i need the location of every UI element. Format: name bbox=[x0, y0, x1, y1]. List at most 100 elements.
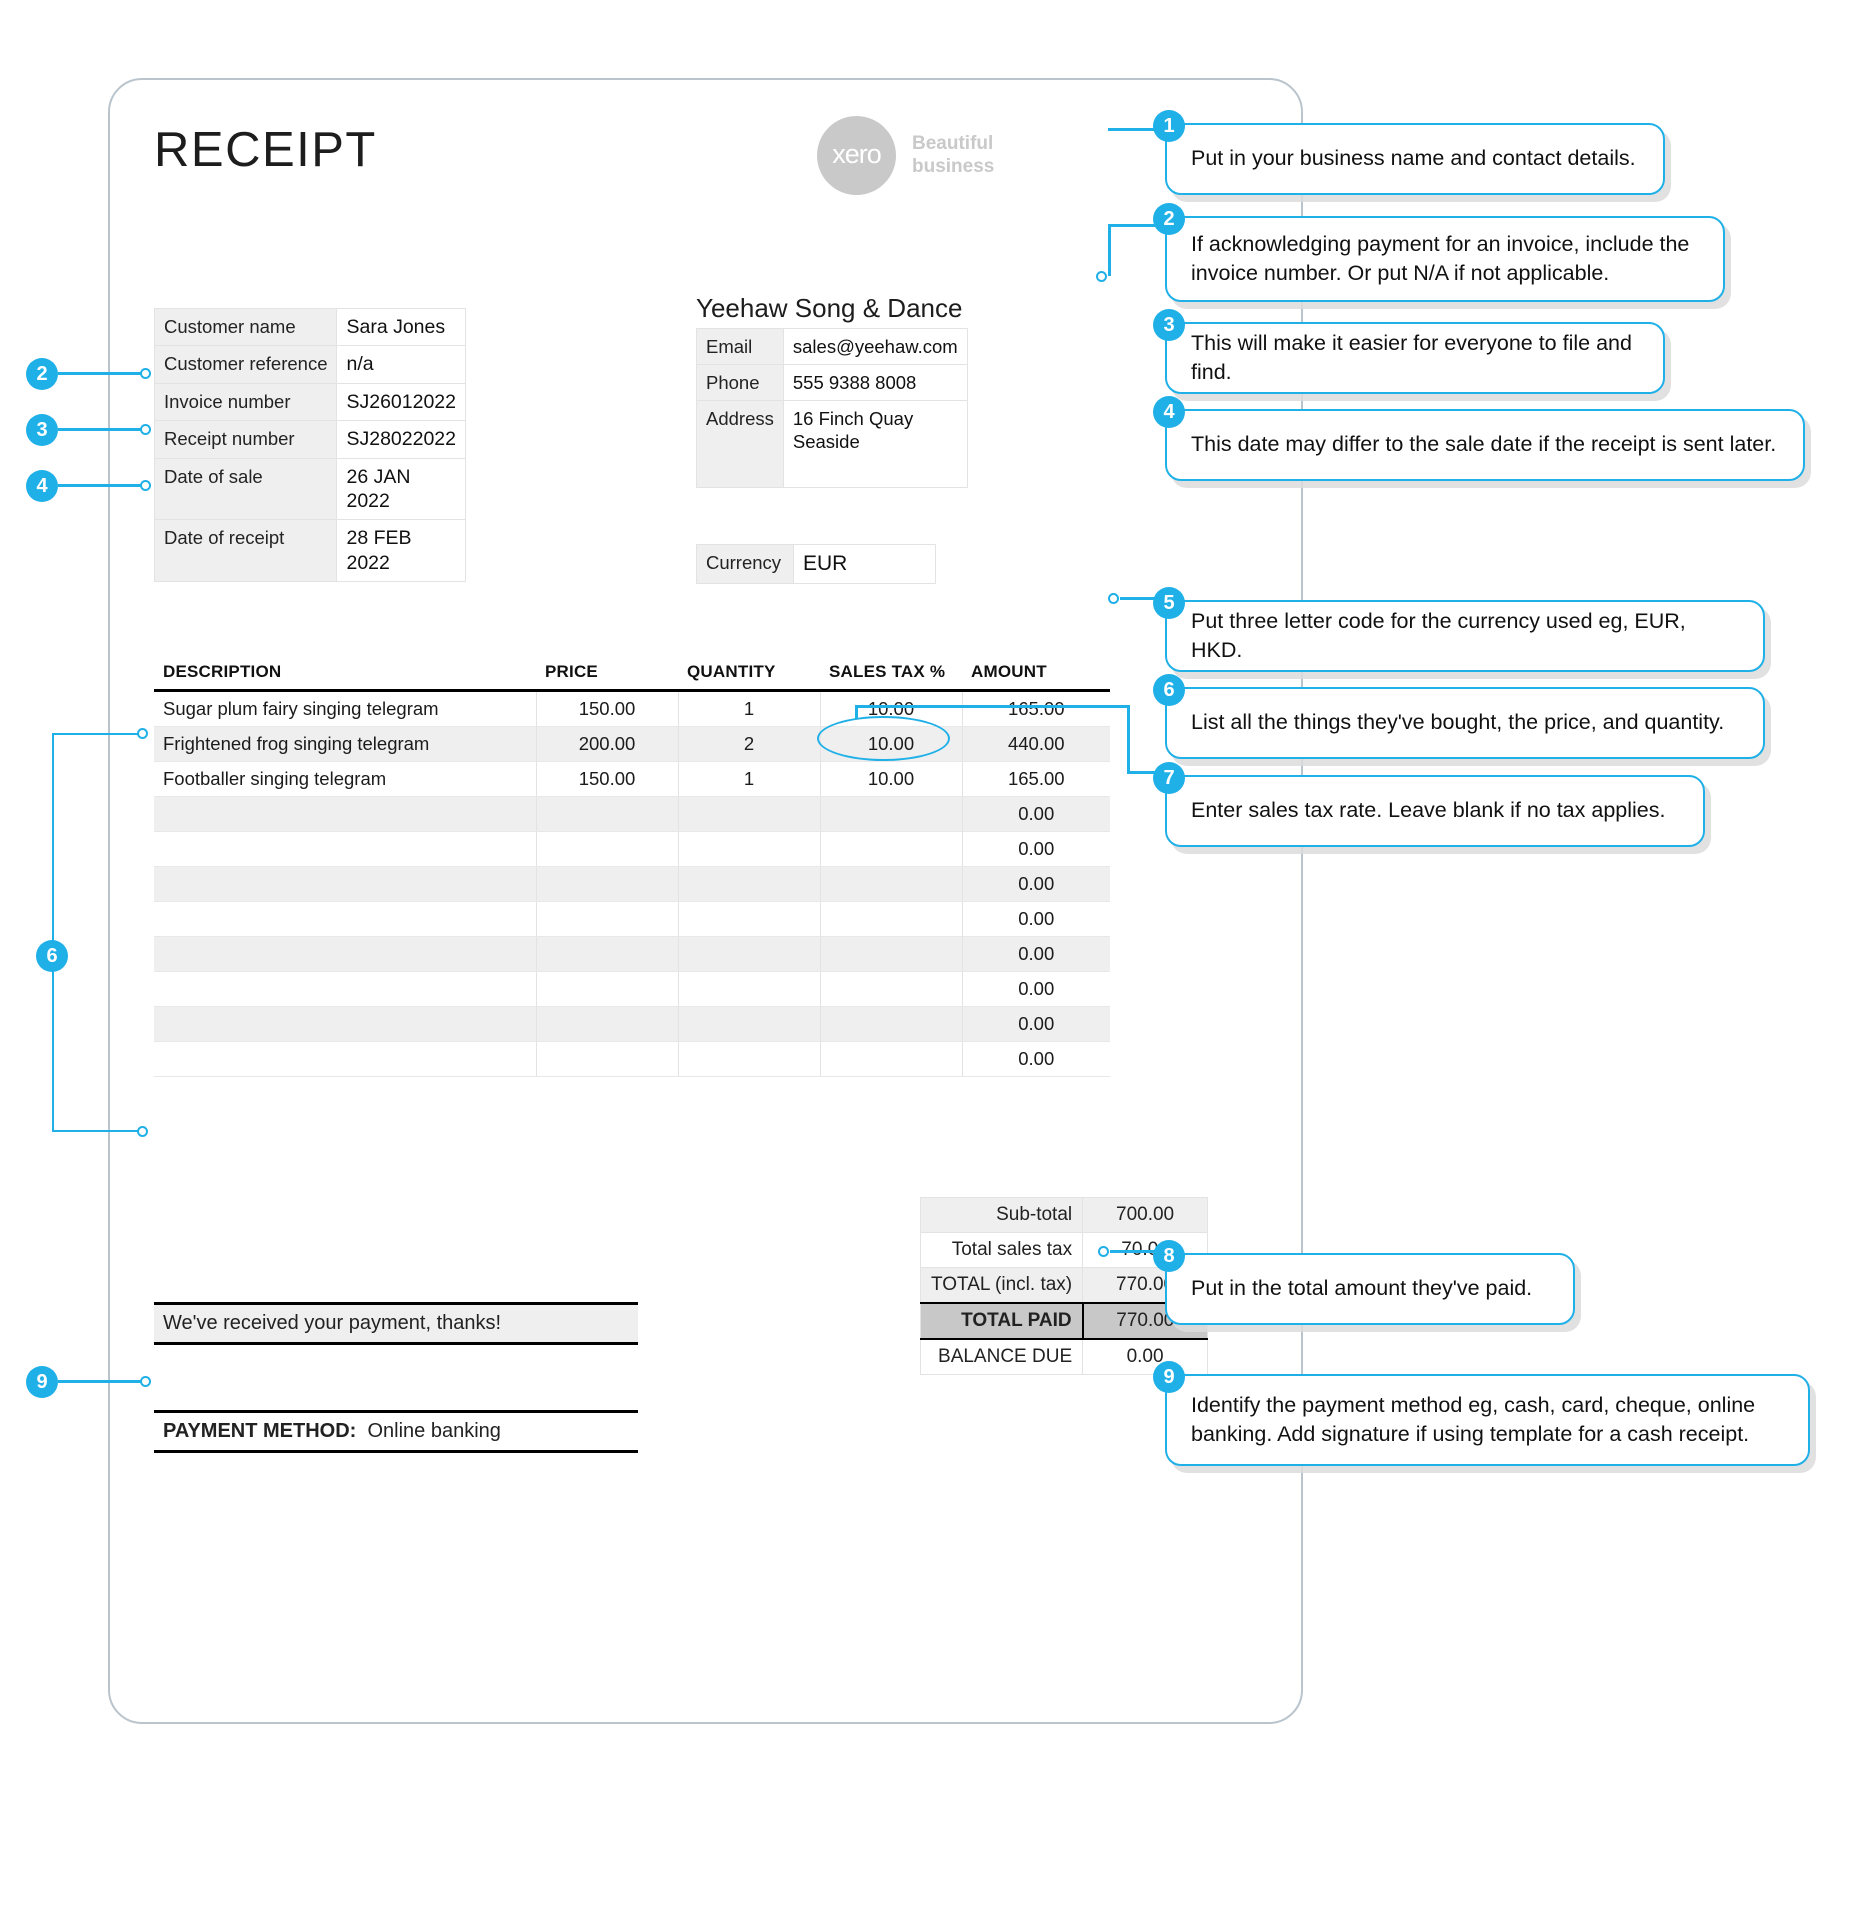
total-paid-label: TOTAL PAID bbox=[919, 1302, 1084, 1340]
cell-sales-tax[interactable] bbox=[820, 866, 963, 902]
cell-amount[interactable]: 0.00 bbox=[962, 831, 1110, 867]
currency-value[interactable]: EUR bbox=[793, 543, 936, 585]
cell-price[interactable]: 200.00 bbox=[536, 726, 679, 762]
table-row: 0.00 bbox=[154, 936, 1262, 972]
table-row: Frightened frog singing telegram 200.00 2 1… bbox=[154, 726, 1262, 762]
cell-description[interactable] bbox=[154, 831, 537, 867]
leader-line-3 bbox=[58, 428, 146, 431]
cell-description[interactable]: Frightened frog singing telegram bbox=[154, 726, 537, 762]
column-header-description: DESCRIPTION bbox=[154, 658, 536, 692]
table-row: Currency EUR bbox=[696, 543, 936, 585]
cell-description[interactable]: Footballer singing telegram bbox=[154, 761, 537, 797]
cell-amount[interactable]: 165.00 bbox=[962, 690, 1110, 727]
cell-price[interactable]: 150.00 bbox=[536, 761, 679, 797]
cell-quantity[interactable] bbox=[678, 831, 821, 867]
cell-quantity[interactable] bbox=[678, 971, 821, 1007]
business-email-value[interactable]: sales@yeehaw.com bbox=[782, 327, 968, 366]
cell-price[interactable] bbox=[536, 866, 679, 902]
payment-method-value[interactable]: Online banking bbox=[367, 1420, 500, 1442]
cell-price[interactable] bbox=[536, 901, 679, 937]
payment-message[interactable]: We've received your payment, thanks! bbox=[154, 1302, 638, 1345]
callout-6-text: List all the things they've bought, the … bbox=[1191, 710, 1725, 735]
leader-line-c2-v bbox=[1108, 224, 1111, 276]
cell-price[interactable] bbox=[536, 971, 679, 1007]
cell-quantity[interactable] bbox=[678, 1006, 821, 1042]
cell-sales-tax[interactable] bbox=[820, 1041, 963, 1077]
cell-sales-tax[interactable] bbox=[820, 1006, 963, 1042]
callout-1: Put in your business name and contact de… bbox=[1165, 123, 1665, 195]
table-row: Email sales@yeehaw.com bbox=[696, 327, 968, 366]
invoice-number-value[interactable]: SJ26012022 bbox=[336, 382, 467, 422]
cell-quantity[interactable] bbox=[678, 936, 821, 972]
cell-price[interactable] bbox=[536, 831, 679, 867]
customer-name-value[interactable]: Sara Jones bbox=[336, 307, 467, 347]
cell-price[interactable] bbox=[536, 796, 679, 832]
cell-amount[interactable]: 0.00 bbox=[962, 796, 1110, 832]
cell-quantity[interactable]: 2 bbox=[678, 726, 821, 762]
table-row: Date of sale 26 JAN 2022 bbox=[153, 457, 467, 521]
business-contact-table: Email sales@yeehaw.com Phone 555 9388 80… bbox=[696, 327, 968, 489]
cell-description[interactable] bbox=[154, 1006, 537, 1042]
cell-price[interactable] bbox=[536, 936, 679, 972]
sales-tax-highlight-oval bbox=[817, 716, 950, 761]
business-address-value[interactable]: 16 Finch Quay Seaside bbox=[782, 400, 968, 489]
date-of-sale-value[interactable]: 26 JAN 2022 bbox=[336, 457, 467, 521]
cell-description[interactable] bbox=[154, 796, 537, 832]
left-marker-6: 6 bbox=[36, 940, 68, 972]
business-name[interactable]: Yeehaw Song & Dance bbox=[696, 293, 962, 324]
cell-sales-tax[interactable]: 10.00 bbox=[820, 761, 963, 797]
leader-line-c7-h bbox=[855, 705, 1130, 708]
receipt-sheet: RECEIPT xero Beautiful business Customer… bbox=[108, 78, 1303, 1724]
cell-amount[interactable]: 0.00 bbox=[962, 866, 1110, 902]
cell-description[interactable] bbox=[154, 971, 537, 1007]
cell-quantity[interactable]: 1 bbox=[678, 761, 821, 797]
cell-price[interactable] bbox=[536, 1006, 679, 1042]
cell-amount[interactable]: 0.00 bbox=[962, 1006, 1110, 1042]
date-of-receipt-value[interactable]: 28 FEB 2022 bbox=[336, 519, 467, 582]
cell-amount[interactable]: 0.00 bbox=[962, 971, 1110, 1007]
cell-sales-tax[interactable] bbox=[820, 971, 963, 1007]
cell-amount[interactable]: 165.00 bbox=[962, 761, 1110, 797]
payment-method-row: PAYMENT METHOD: Online banking bbox=[154, 1410, 638, 1453]
cell-price[interactable]: 150.00 bbox=[536, 690, 679, 727]
cell-description[interactable] bbox=[154, 1041, 537, 1077]
cell-sales-tax[interactable] bbox=[820, 796, 963, 832]
cell-sales-tax[interactable] bbox=[820, 831, 963, 867]
customer-reference-value[interactable]: n/a bbox=[336, 345, 467, 384]
cell-amount[interactable]: 0.00 bbox=[962, 936, 1110, 972]
cell-description[interactable] bbox=[154, 866, 537, 902]
cell-sales-tax[interactable] bbox=[820, 901, 963, 937]
callout-badge-9: 9 bbox=[1153, 1361, 1185, 1393]
cell-description[interactable] bbox=[154, 936, 537, 972]
cell-sales-tax[interactable] bbox=[820, 936, 963, 972]
left-marker-2: 2 bbox=[26, 358, 58, 390]
cell-quantity[interactable] bbox=[678, 1041, 821, 1077]
balance-due-value: 0.00 bbox=[1082, 1338, 1208, 1375]
cell-amount[interactable]: 440.00 bbox=[962, 726, 1110, 762]
table-row: 0.00 bbox=[154, 796, 1262, 832]
cell-quantity[interactable] bbox=[678, 901, 821, 937]
column-header-sales-tax: SALES TAX % bbox=[820, 658, 962, 692]
leader-line-2 bbox=[58, 372, 146, 375]
business-phone-value[interactable]: 555 9388 8008 bbox=[782, 364, 968, 402]
cell-description[interactable]: Sugar plum fairy singing telegram bbox=[154, 690, 537, 727]
receipt-number-value[interactable]: SJ28022022 bbox=[336, 420, 467, 459]
table-row: 0.00 bbox=[154, 901, 1262, 937]
xero-logo-circle-icon: xero bbox=[817, 116, 896, 195]
cell-quantity[interactable] bbox=[678, 866, 821, 902]
cell-amount[interactable]: 0.00 bbox=[962, 901, 1110, 937]
callout-6: List all the things they've bought, the … bbox=[1165, 687, 1765, 759]
cell-description[interactable] bbox=[154, 901, 537, 937]
callout-4-text: This date may differ to the sale date if… bbox=[1191, 432, 1777, 457]
cell-price[interactable] bbox=[536, 1041, 679, 1077]
callout-7: Enter sales tax rate. Leave blank if no … bbox=[1165, 775, 1705, 847]
table-row: Address 16 Finch Quay Seaside bbox=[696, 400, 968, 489]
callout-3-text: This will make it easier for everyone to… bbox=[1191, 330, 1632, 384]
leader-line-c7-v2 bbox=[1127, 705, 1130, 773]
left-marker-9: 9 bbox=[26, 1366, 58, 1398]
cell-quantity[interactable]: 1 bbox=[678, 690, 821, 727]
cell-quantity[interactable] bbox=[678, 796, 821, 832]
cell-amount[interactable]: 0.00 bbox=[962, 1041, 1110, 1077]
business-email-label: Email bbox=[696, 327, 784, 366]
balance-due-label: BALANCE DUE bbox=[919, 1338, 1084, 1375]
